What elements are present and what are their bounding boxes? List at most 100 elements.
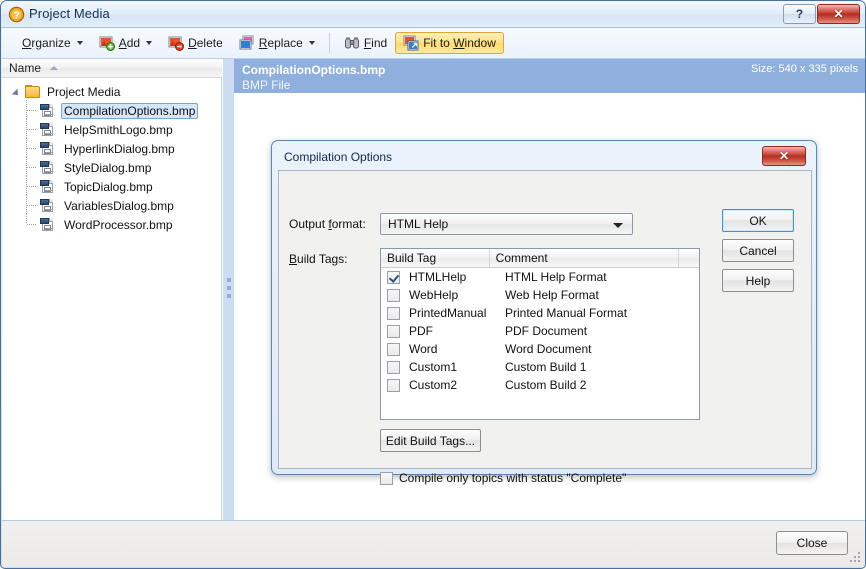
binoculars-icon (344, 35, 360, 51)
build-tag-name: HTMLHelp (409, 270, 467, 284)
tree-item-label: HelpSmithLogo.bmp (64, 122, 173, 137)
build-tag-checkbox[interactable] (387, 270, 400, 284)
sort-ascending-icon (50, 66, 58, 70)
dialog-close-button[interactable]: ✕ (762, 146, 806, 166)
build-tag-checkbox[interactable] (387, 378, 400, 392)
compile-complete-checkbox-row[interactable]: Compile only topics with status "Complet… (380, 471, 626, 485)
media-tree-panel: Name Project Media CompilationOptions.bm… (2, 59, 222, 521)
build-tag-row[interactable]: PDF PDF Document (381, 322, 699, 340)
svg-text:?: ? (13, 11, 19, 22)
build-tag-name: Custom1 (409, 360, 458, 374)
close-window-button[interactable]: Close (776, 531, 848, 555)
build-tag-name: PrintedManual (409, 306, 487, 320)
tree-column-header-name[interactable]: Name (2, 59, 222, 78)
tree-item-topicdialog[interactable]: TopicDialog.bmp (2, 176, 222, 196)
toolbar-organize-label: Organize (22, 36, 71, 50)
tree-root-label: Project Media (47, 85, 121, 99)
build-tag-checkbox[interactable] (387, 324, 400, 338)
compile-complete-checkbox[interactable] (380, 471, 393, 485)
panel-splitter[interactable] (223, 59, 234, 521)
toolbar-fit-to-window-button[interactable]: Fit to Window (395, 32, 504, 54)
build-tag-row[interactable]: WebHelp Web Help Format (381, 286, 699, 304)
compile-complete-label: Compile only topics with status "Complet… (399, 471, 627, 485)
tree-item-hyperlinkdialog[interactable]: HyperlinkDialog.bmp (2, 138, 222, 158)
build-tag-checkbox[interactable] (387, 288, 400, 302)
toolbar-add-button[interactable]: Add (91, 32, 160, 54)
toolbar-organize-button[interactable]: Organize (10, 32, 91, 54)
build-tag-checkbox[interactable] (387, 342, 400, 356)
preview-file-name: CompilationOptions.bmp (242, 63, 386, 77)
tree-line (26, 138, 36, 158)
column-header-spacer (679, 249, 699, 268)
column-header-build-tag[interactable]: Build Tag (381, 249, 490, 268)
tree-line (26, 176, 36, 196)
toolbar-replace-label: Replace (258, 36, 303, 50)
add-image-icon (99, 35, 115, 51)
tree-item-label: StyleDialog.bmp (64, 160, 152, 175)
dialog-ok-button[interactable]: OK (722, 209, 794, 232)
preview-file-size: Size: 540 x 335 pixels (750, 63, 858, 75)
build-tags-list[interactable]: Build Tag Comment HTMLHelp HTML Help For… (380, 248, 700, 420)
dialog-body: Output format: HTML Help Build Tags: Bui… (278, 170, 812, 485)
splitter-grip-icon (227, 278, 231, 302)
tree-item-variablesdialog[interactable]: VariablesDialog.bmp (2, 195, 222, 215)
build-tag-row[interactable]: HTMLHelp HTML Help Format (381, 268, 699, 286)
bmp-file-icon (40, 160, 56, 175)
bmp-file-icon (40, 103, 56, 118)
help-question-icon: ? (8, 6, 25, 23)
delete-image-icon (168, 35, 185, 51)
tree-item-label: TopicDialog.bmp (64, 179, 153, 194)
build-tag-name: Custom2 (409, 378, 458, 392)
tree-item-label: HyperlinkDialog.bmp (64, 141, 175, 156)
bmp-file-icon (40, 122, 56, 137)
resize-grip-icon[interactable] (850, 552, 862, 564)
build-tag-row[interactable]: Custom1 Custom Build 1 (381, 358, 699, 376)
output-format-value: HTML Help (388, 217, 449, 231)
tree-line (26, 195, 36, 215)
bmp-file-icon (40, 217, 56, 232)
toolbar-delete-label: Delete (188, 36, 223, 50)
expander-icon[interactable] (12, 87, 23, 98)
dialog-ok-label: OK (749, 213, 767, 228)
project-media-window: ? Project Media ? ✕ Organize Add Delete … (0, 0, 866, 569)
output-format-select[interactable]: HTML Help (380, 213, 633, 235)
tree-item-helpsmithlogo[interactable]: HelpSmithLogo.bmp (2, 119, 222, 139)
tree-item-compilationoptions[interactable]: CompilationOptions.bmp (2, 100, 222, 120)
build-tag-name: WebHelp (409, 288, 459, 302)
tree-item-label: WordProcessor.bmp (64, 217, 173, 232)
chevron-down-icon (76, 41, 83, 45)
toolbar-add-label: Add (118, 36, 141, 50)
toolbar-delete-button[interactable]: Delete (160, 32, 231, 54)
tree-item-styledialog[interactable]: StyleDialog.bmp (2, 157, 222, 177)
build-tag-row[interactable]: Custom2 Custom Build 2 (381, 376, 699, 394)
window-close-button[interactable]: ✕ (817, 4, 860, 24)
tree-root-node[interactable]: Project Media (2, 83, 222, 101)
title-bar: ? Project Media ? ✕ (1, 1, 865, 28)
column-header-comment[interactable]: Comment (490, 249, 680, 268)
footer-bar: Close (2, 520, 865, 567)
build-tag-row[interactable]: Word Word Document (381, 340, 699, 358)
preview-file-type: BMP File (242, 78, 291, 92)
toolbar-replace-button[interactable]: Replace (231, 32, 323, 54)
tree-line (26, 157, 36, 177)
toolbar-find-label: Find (363, 36, 388, 50)
toolbar-find-button[interactable]: Find (336, 32, 395, 54)
build-tag-comment: Web Help Format (505, 288, 599, 302)
dialog-help-button[interactable]: Help (722, 269, 794, 292)
build-tag-checkbox[interactable] (387, 306, 400, 320)
preview-header: CompilationOptions.bmp BMP File Size: 54… (234, 59, 865, 93)
compilation-options-dialog: Compilation Options ✕ Output format: HTM… (271, 140, 817, 485)
build-tag-name: Word (409, 342, 438, 356)
build-tag-checkbox[interactable] (387, 360, 400, 374)
dialog-cancel-button[interactable]: Cancel (722, 239, 794, 262)
build-tag-row[interactable]: PrintedManual Printed Manual Format (381, 304, 699, 322)
build-tag-comment: Word Document (505, 342, 592, 356)
toolbar-fit-to-window-label: Fit to Window (423, 36, 496, 50)
window-help-button[interactable]: ? (783, 4, 816, 24)
fit-to-window-icon (403, 35, 419, 51)
tree-item-wordprocessor[interactable]: WordProcessor.bmp (2, 214, 222, 234)
build-tag-name: PDF (409, 324, 433, 338)
build-tags-list-header: Build Tag Comment (381, 249, 699, 268)
edit-build-tags-button[interactable]: Edit Build Tags... (380, 429, 481, 452)
chevron-down-icon (308, 41, 315, 45)
